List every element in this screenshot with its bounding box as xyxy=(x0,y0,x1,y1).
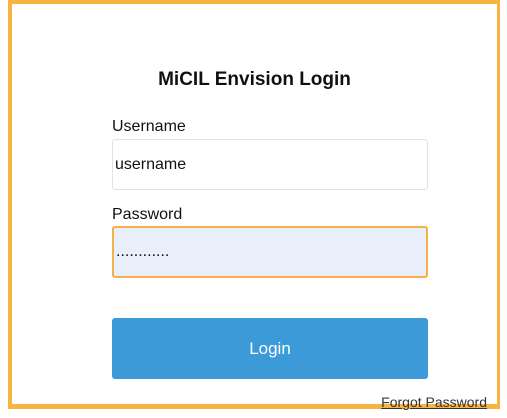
username-input[interactable] xyxy=(112,139,428,190)
login-button[interactable]: Login xyxy=(112,318,428,379)
login-panel: MiCIL Envision Login Username Password L… xyxy=(8,0,500,410)
password-label: Password xyxy=(112,206,183,223)
forgot-password-link[interactable]: Forgot Password xyxy=(381,394,487,410)
login-title: MiCIL Envision Login xyxy=(158,69,351,90)
password-input[interactable] xyxy=(112,226,428,278)
username-label: Username xyxy=(112,118,186,135)
